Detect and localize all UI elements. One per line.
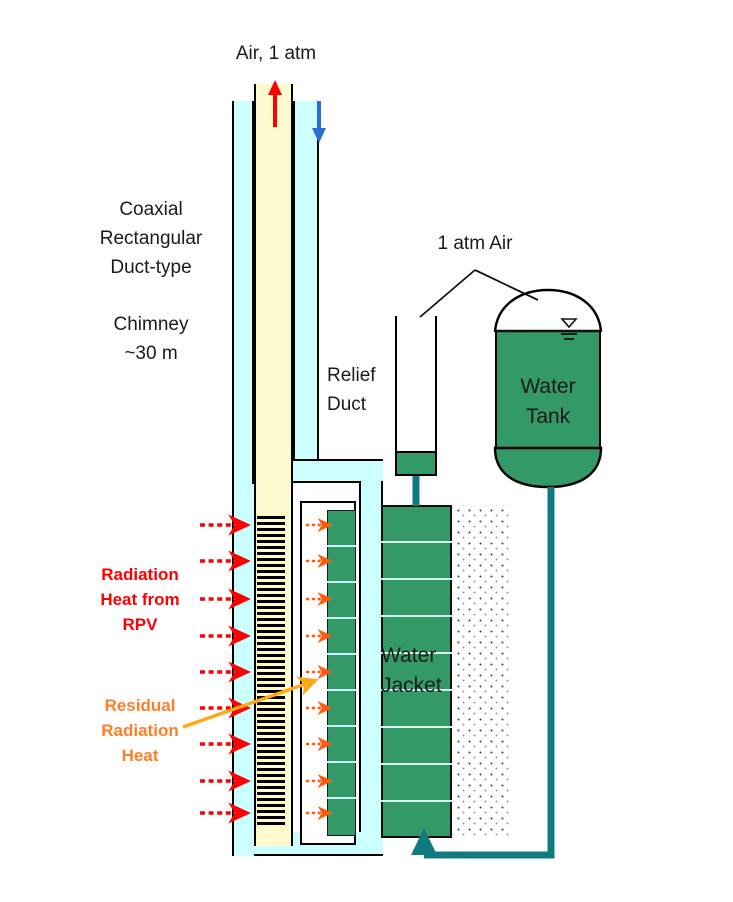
- inner-jacket-water-column: [327, 510, 356, 836]
- atm-air-leader-lines: [419, 269, 539, 318]
- chimney-outer-duct-right: [293, 101, 319, 481]
- water-tank-label: Water Tank: [520, 375, 576, 428]
- chimney-outer-duct-left: [232, 101, 254, 486]
- chimney-type-label: Coaxial Rectangular Duct-type: [99, 199, 203, 278]
- relief-duct-label: Relief Duct: [327, 365, 376, 415]
- chimney-outer-duct-bottom-left-wall: [232, 484, 254, 856]
- radiation-heat-label: Radiation Heat from RPV: [100, 565, 180, 634]
- water-tank-dome: [493, 288, 603, 333]
- diagram-canvas: Air, 1 atm Coaxial Rectangular Duct-type…: [0, 0, 733, 902]
- water-tank-bottom: [493, 446, 603, 489]
- chimney-outer-duct-downcomer: [359, 481, 383, 856]
- water-jacket-label: Water Jacket: [381, 644, 442, 697]
- chimney-air-label: Air, 1 atm: [235, 43, 317, 64]
- chimney-height-label: Chimney ~30 m: [113, 314, 189, 364]
- atm-air-label: 1 atm Air: [437, 233, 513, 254]
- relief-duct-water-plug: [395, 451, 437, 476]
- rpv-wall-hatching: [257, 516, 285, 828]
- chimney-outer-duct-elbow: [293, 459, 383, 483]
- residual-heat-label: Residual Radiation Heat: [101, 696, 179, 765]
